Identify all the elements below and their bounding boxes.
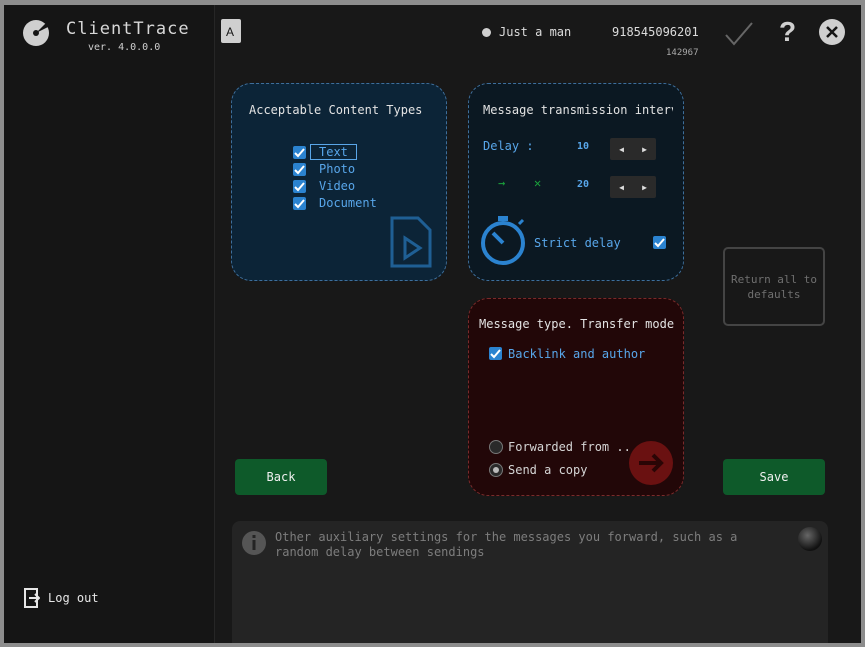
content-type-document-label[interactable]: Document [319, 196, 377, 210]
user-indicator: Just a man [482, 25, 571, 39]
back-button[interactable]: Back [235, 459, 327, 495]
content-type-photo-label[interactable]: Photo [319, 162, 355, 176]
backlink-label[interactable]: Backlink and author [508, 347, 645, 361]
random-delay-stepper[interactable]: ◀ ▶ [610, 176, 656, 198]
save-button[interactable]: Save [723, 459, 825, 495]
svg-text:?: ? [779, 16, 796, 44]
delay-label: Delay : [483, 139, 534, 153]
transfer-mode-panel: Message type. Transfer mode Backlink and… [468, 298, 684, 496]
media-file-icon [390, 216, 432, 268]
dictionary-icon[interactable]: A [220, 18, 242, 44]
content-type-video-label[interactable]: Video [319, 179, 355, 193]
checkbox-document[interactable] [293, 197, 306, 210]
info-panel: Other auxiliary settings for the message… [232, 521, 828, 643]
toggle-knob[interactable] [798, 527, 822, 551]
logout-button[interactable]: Log out [24, 588, 99, 608]
app-logo-icon [23, 20, 49, 46]
backlink-checkbox[interactable] [489, 347, 502, 360]
strict-delay-label: Strict delay [534, 236, 621, 250]
svg-text:A: A [226, 25, 234, 39]
send-copy-label[interactable]: Send a copy [508, 463, 587, 477]
user-phone: 918545096201 [612, 25, 699, 39]
sidebar: ClientTrace ver. 4.0.0.0 Log out [4, 5, 215, 643]
checkbox-text[interactable] [293, 146, 306, 159]
random-decrease-icon[interactable]: ◀ [610, 176, 633, 198]
cross-icon: ✕ [534, 176, 542, 190]
forward-arrow-icon [629, 441, 673, 485]
content-type-text-label[interactable]: Text [310, 144, 357, 160]
transmission-title: Message transmission interv [483, 103, 673, 117]
status-dot [482, 27, 491, 37]
radio-send-copy[interactable] [489, 463, 503, 477]
delay-decrease-icon[interactable]: ◀ [610, 138, 633, 160]
app-window: ClientTrace ver. 4.0.0.0 Log out A Just … [4, 5, 861, 643]
content-types-panel: Acceptable Content Types Text Photo Vide… [231, 83, 447, 281]
user-id: 142967 [666, 48, 699, 58]
transmission-panel: Message transmission interv Delay : 10 ◀… [468, 83, 684, 281]
random-increase-icon[interactable]: ▶ [633, 176, 656, 198]
delay-value: 10 [577, 141, 590, 152]
checkbox-photo[interactable] [293, 163, 306, 176]
content-types-title: Acceptable Content Types [249, 103, 423, 117]
close-icon[interactable] [818, 18, 846, 46]
random-delay-value: 20 [577, 179, 590, 190]
checkmark-icon[interactable] [724, 21, 754, 47]
help-icon[interactable]: ? [778, 16, 800, 44]
info-text: Other auxiliary settings for the message… [275, 530, 738, 559]
return-defaults-button[interactable]: Return all to defaults [723, 247, 825, 326]
delay-stepper[interactable]: ◀ ▶ [610, 138, 656, 160]
delay-increase-icon[interactable]: ▶ [633, 138, 656, 160]
logout-icon [24, 588, 40, 608]
user-name: Just a man [499, 25, 572, 39]
app-version: ver. 4.0.0.0 [88, 42, 161, 53]
transfer-mode-title: Message type. Transfer mode [479, 317, 675, 331]
radio-forwarded[interactable] [489, 440, 503, 454]
checkbox-video[interactable] [293, 180, 306, 193]
strict-delay-checkbox[interactable] [653, 236, 666, 249]
stopwatch-icon [481, 216, 525, 265]
arrow-right-icon: → [498, 176, 506, 190]
logout-label: Log out [48, 591, 99, 605]
forwarded-label[interactable]: Forwarded from .. [508, 440, 631, 454]
info-icon [242, 531, 266, 555]
app-name: ClientTrace [66, 19, 190, 39]
